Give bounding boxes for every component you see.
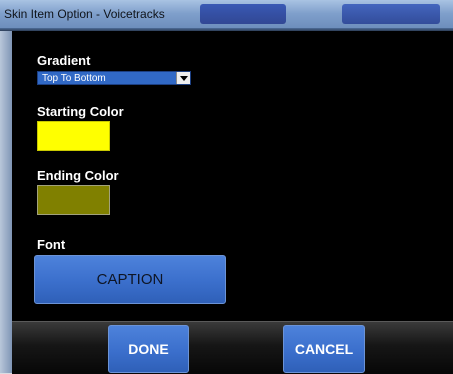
ending-color-label: Ending Color xyxy=(37,168,119,183)
titlebar-background-element xyxy=(200,4,286,24)
gradient-selected-value: Top To Bottom xyxy=(42,73,106,84)
window-title: Skin Item Option - Voicetracks xyxy=(4,7,165,21)
starting-color-label: Starting Color xyxy=(37,104,124,119)
action-bar: DONE CANCEL xyxy=(12,321,453,374)
ending-color-swatch[interactable] xyxy=(37,185,110,215)
window-border xyxy=(0,31,12,373)
gradient-select[interactable]: Top To Bottom xyxy=(37,71,191,85)
font-caption-button[interactable]: CAPTION xyxy=(34,255,226,304)
dialog-content: Gradient Top To Bottom Starting Color En… xyxy=(12,31,453,374)
chevron-down-icon[interactable] xyxy=(176,72,190,84)
font-label: Font xyxy=(37,237,66,252)
cancel-button[interactable]: CANCEL xyxy=(283,325,365,373)
starting-color-swatch[interactable] xyxy=(37,121,110,151)
skin-item-option-window: Skin Item Option - Voicetracks Gradient … xyxy=(0,0,453,374)
gradient-label: Gradient xyxy=(37,53,91,68)
done-button[interactable]: DONE xyxy=(108,325,189,373)
title-bar: Skin Item Option - Voicetracks xyxy=(0,0,453,31)
titlebar-background-element xyxy=(342,4,440,24)
